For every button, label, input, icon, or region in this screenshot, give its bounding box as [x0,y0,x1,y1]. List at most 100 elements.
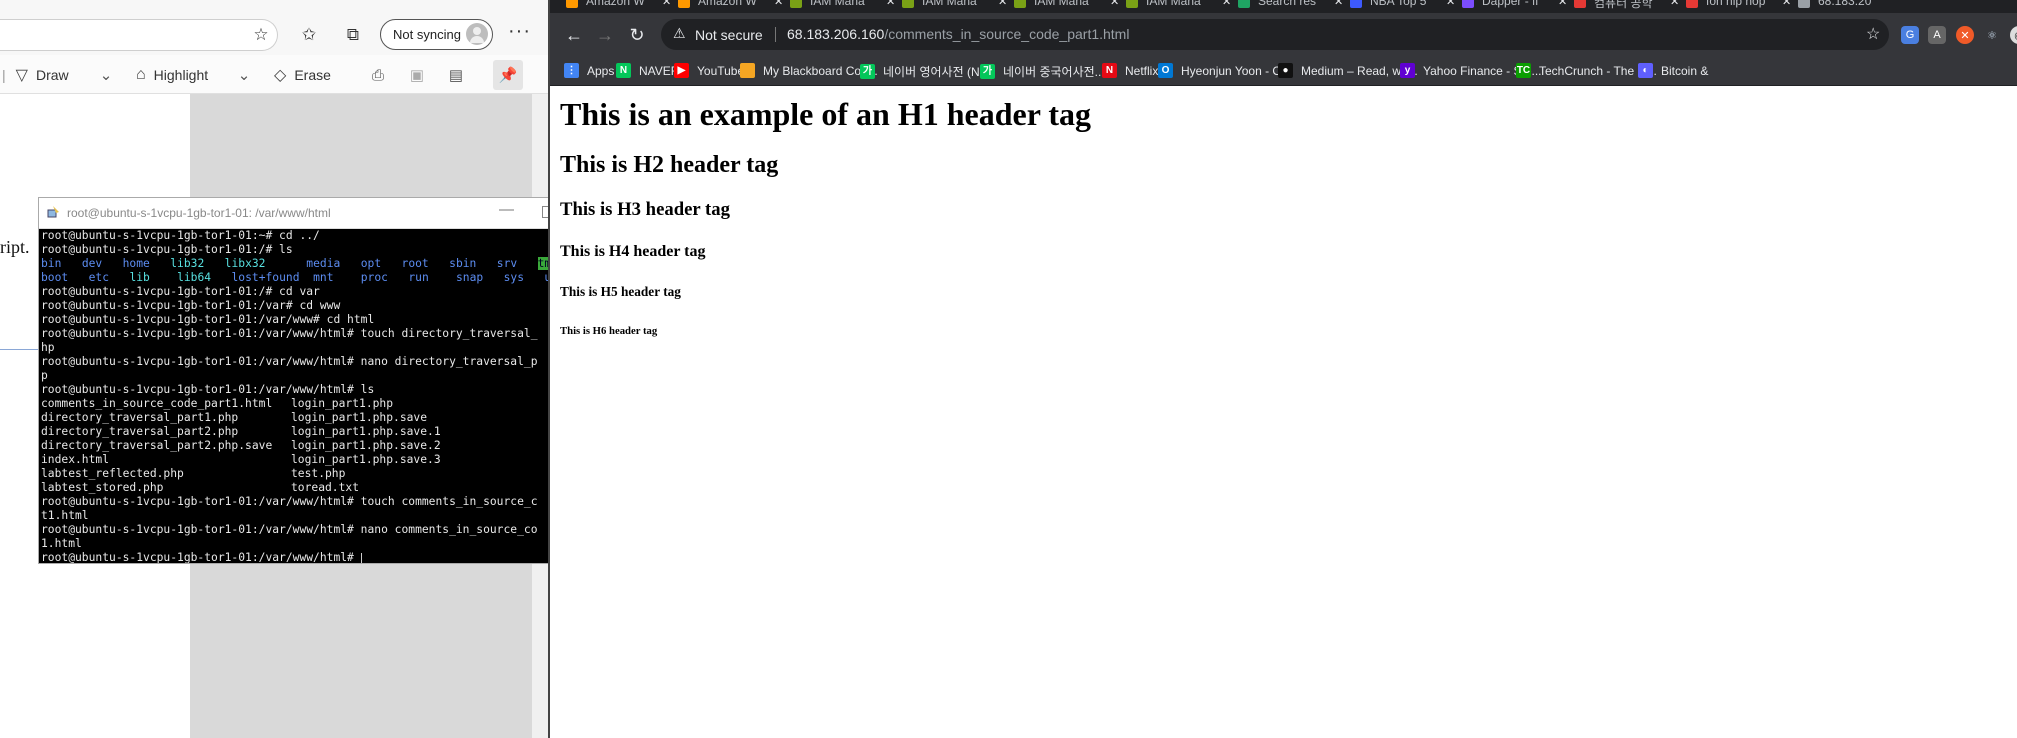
tab-favicon-icon [1126,0,1138,8]
terminal-line: hp [41,341,55,354]
react-devtools-icon[interactable]: ⚛ [1983,26,2001,44]
bookmark-item[interactable]: N NAVER [616,63,679,78]
browser-tab[interactable]: IAM Mana ✕ [886,0,1007,13]
tab-title: IAM Mana [1146,0,1201,8]
terminal-line: root@ubuntu-s-1vcpu-1gb-tor1-01:/var/www… [41,355,538,368]
bookmark-favicon-icon: ● [1278,63,1293,78]
tab-title: 컴퓨터 공학 [1594,0,1653,10]
print-icon[interactable]: ⎙ [366,63,390,87]
bookmark-label: Apps [587,63,615,78]
browser-tab[interactable]: fon hip hop ✕ [1670,0,1791,13]
browser-tab[interactable]: IAM Mana ✕ [998,0,1119,13]
bookmark-item[interactable]: 가 네이버 영어사전 (N... [860,63,990,80]
bookmark-item[interactable]: 가 네이버 중국어사전... [980,63,1105,80]
bookmark-star-icon[interactable]: ☆ [1866,24,1880,44]
security-label[interactable]: Not secure [695,27,763,43]
bookmark-item[interactable]: ⋮ Apps [564,63,614,78]
favorites-icon[interactable]: ✩ [296,22,322,48]
bookmark-favicon-icon: N [616,63,631,78]
terminal-line: p [41,369,48,382]
tab-title: Dapper - fl [1482,0,1539,8]
tab-favicon-icon [1350,0,1362,8]
browser-tab[interactable]: Search res ✕ [1222,0,1343,13]
chevron-down-icon[interactable]: ⌄ [94,63,118,87]
bookmark-label: 네이버 영어사전 (N... [883,65,990,79]
translate-extension-icon[interactable]: G [1901,26,1919,44]
edge-address-bar[interactable] [0,19,278,51]
ls-html-row: labtest_reflected.php test.php [41,467,346,480]
more-options-icon[interactable]: ··· [508,20,531,43]
bookmark-favicon-icon: ⋮ [564,63,579,78]
terminal-line: root@ubuntu-s-1vcpu-1gb-tor1-01:/var/www… [41,327,538,340]
highlight-label: Highlight [153,67,209,83]
terminal-line: root@ubuntu-s-1vcpu-1gb-tor1-01:/# cd va… [41,285,320,298]
reader-extension-icon[interactable]: A [1928,26,1946,44]
omnibox[interactable]: ⚠ Not secure 68.183.206.160/comments_in_… [661,19,1889,50]
pin-toolbar-icon[interactable]: 📌 [493,60,523,90]
tab-title: 68.183.20 [1818,0,1872,8]
extension-icon[interactable]: ◉ [2010,26,2017,44]
url-path: /comments_in_source_code_part1.html [884,26,1130,42]
tab-favicon-icon [1238,0,1250,8]
browser-tab[interactable]: IAM Mana ✕ [1110,0,1231,13]
bookmark-item[interactable]: O Hyeonjun Yoon - O... [1158,63,1292,78]
browser-tab[interactable]: 컴퓨터 공학 ✕ [1558,0,1679,13]
save-as-icon[interactable]: ▤ [444,63,468,87]
bookmark-favicon-icon: 가 [860,64,875,79]
browser-tab[interactable]: Amazon W ✕ [662,0,783,13]
bookmark-favicon-icon: 가 [980,64,995,79]
reload-icon[interactable]: ↻ [625,23,649,47]
terminal-cursor [360,552,362,563]
save-icon[interactable]: ▣ [405,63,429,87]
add-favorite-icon[interactable]: ☆ [248,22,274,48]
bookmark-item[interactable]: N Netflix [1102,63,1158,78]
terminal-output[interactable]: root@ubuntu-s-1vcpu-1gb-tor1-01:~# cd ..… [41,229,550,563]
erase-button[interactable]: ◇ Erase [274,64,331,86]
draw-pen-icon: ▽ [15,67,28,84]
forward-icon[interactable]: → [593,23,617,47]
bookmark-item[interactable]: TC TechCrunch - The la... [1516,63,1657,78]
bookmark-item[interactable]: ◐ Bitcoin & [1638,63,1708,78]
collections-icon[interactable]: ⧉ [340,22,366,48]
bookmark-favicon-icon: O [1158,63,1173,78]
browser-tab[interactable]: NBA Top 5 ✕ [1334,0,1455,13]
avatar [466,23,488,45]
browser-tab[interactable]: 68.183.20 [1782,0,1888,13]
chevron-down-icon[interactable]: ⌄ [232,63,256,87]
putty-window[interactable]: root@ubuntu-s-1vcpu-1gb-tor1-01: /var/ww… [38,197,551,564]
terminal-line: root@ubuntu-s-1vcpu-1gb-tor1-01:/var# cd… [41,299,341,312]
browser-tab[interactable]: Dapper - fl ✕ [1446,0,1567,13]
bookmark-favicon-icon: ▶ [674,63,689,78]
pdf-text-fragment: ript. [0,237,30,257]
browser-tab[interactable]: IAM Mana ✕ [774,0,895,13]
ls-html-row: index.html login_part1.php.save.3 [41,453,441,466]
bookmark-item[interactable]: ▶ YouTube [674,63,744,78]
terminal-line: root@ubuntu-s-1vcpu-1gb-tor1-01:/var/www… [41,383,375,396]
bookmark-item[interactable]: My Blackboard Con... [740,63,878,78]
url-text[interactable]: 68.183.206.160/comments_in_source_code_p… [787,26,1129,42]
minimize-icon[interactable]: — [499,201,514,218]
putty-titlebar[interactable]: root@ubuntu-s-1vcpu-1gb-tor1-01: /var/ww… [39,198,550,229]
heading-h5: This is H5 header tag [560,284,681,299]
bookmark-item[interactable]: ● Medium – Read, wri... [1278,63,1418,78]
tab-title: IAM Mana [922,0,977,8]
ls-html-row: labtest_stored.php toread.txt [41,481,360,494]
highlight-button[interactable]: ⌂ Highlight [136,64,208,86]
back-icon[interactable]: ← [562,23,586,47]
ls-html-row: comments_in_source_code_part1.html login_… [41,397,394,410]
draw-button[interactable]: | ▽ Draw [2,64,69,86]
ls-root-row-2: boot etc lib lib64 lost+found mnt proc r… [41,271,550,284]
bookmarks-bar: ⋮ Apps N NAVER ▶ YouTube My Blackboard Con... 가… [550,57,2017,86]
tab-favicon-icon [790,0,802,8]
browser-tab[interactable]: Amazon W ✕ [550,0,671,13]
bookmark-favicon-icon: TC [1516,63,1531,78]
bookmark-label: 네이버 중국어사전... [1003,65,1105,79]
sync-label: Not syncing [393,27,461,42]
brave-extension-icon[interactable]: ✕ [1956,26,1974,44]
warning-icon[interactable]: ⚠ [673,25,686,42]
profile-sync-button[interactable]: Not syncing [380,19,493,50]
tab-favicon-icon [678,0,690,8]
bookmark-favicon-icon [740,63,755,78]
terminal-line: root@ubuntu-s-1vcpu-1gb-tor1-01:~# cd ..… [41,229,320,242]
bookmark-label: YouTube [697,63,745,78]
